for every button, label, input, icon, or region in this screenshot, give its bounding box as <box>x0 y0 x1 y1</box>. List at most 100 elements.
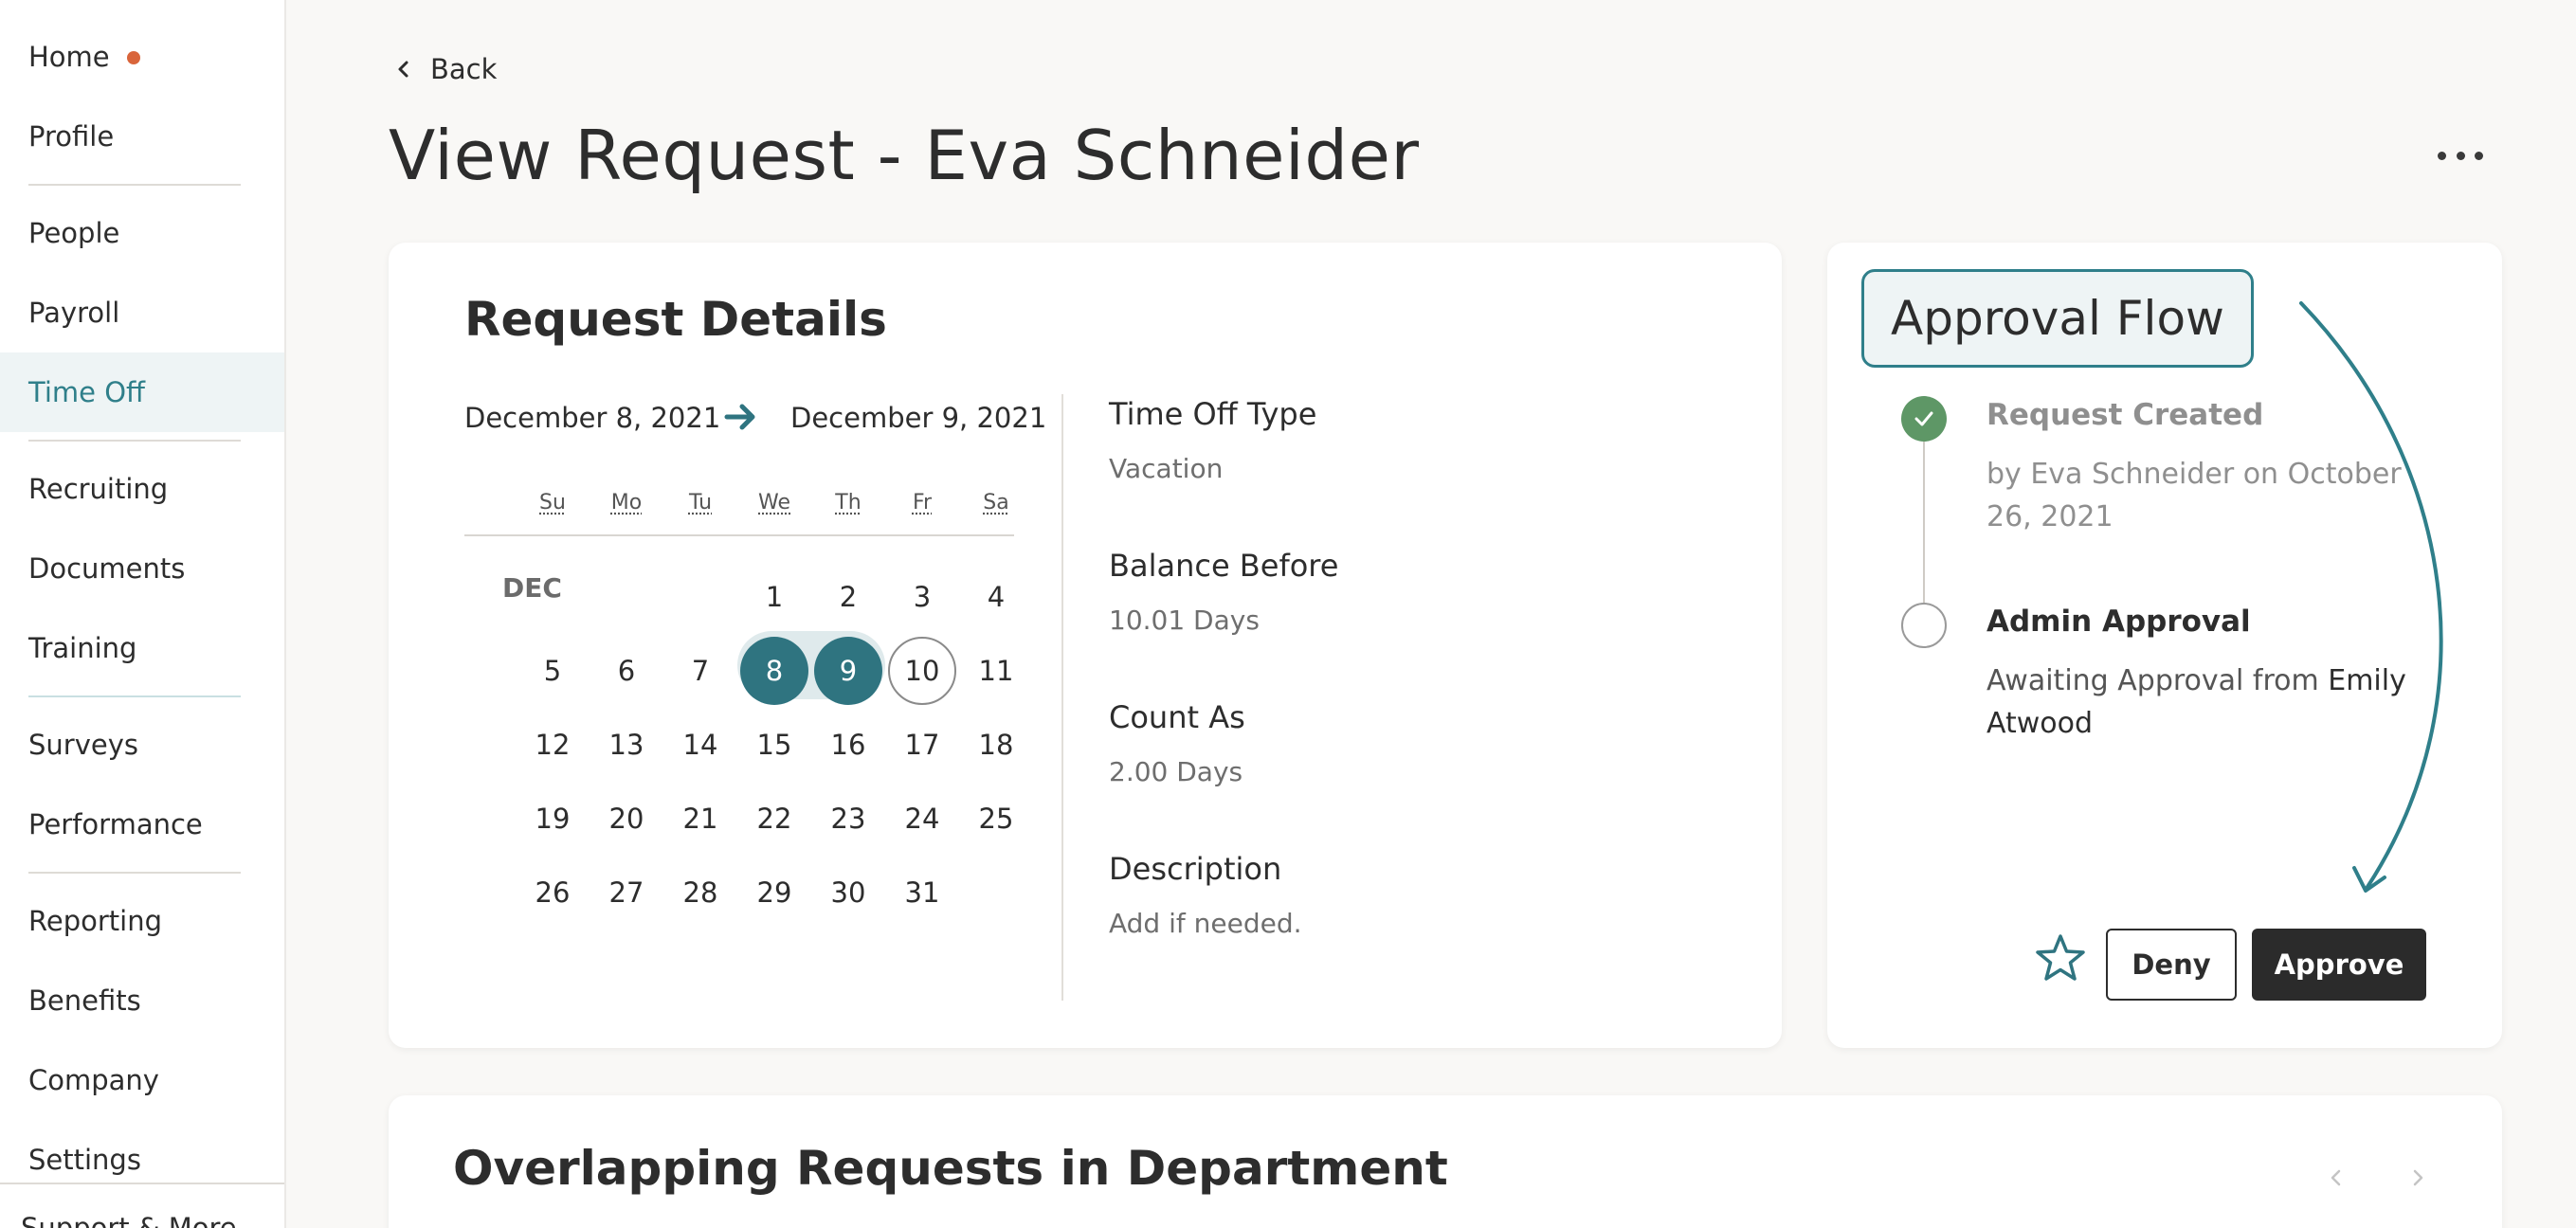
calendar-day[interactable]: 8 <box>740 637 808 705</box>
sidebar-item-label: Company <box>28 1064 159 1096</box>
step-description: Awaiting Approval from Emily Atwood <box>1986 659 2422 745</box>
calendar-day[interactable]: 7 <box>666 637 735 705</box>
chevron-right-icon[interactable] <box>2404 1164 2432 1192</box>
sidebar-item-documents[interactable]: Documents <box>0 529 284 608</box>
request-details-card: Request Details December 8, 2021 Decembe… <box>389 243 1782 1048</box>
sidebar-item-label: Performance <box>28 808 203 840</box>
calendar-day[interactable]: 30 <box>814 858 882 927</box>
month-label: DEC <box>502 572 562 604</box>
calendar-day[interactable]: 13 <box>592 711 661 779</box>
more-options-button[interactable] <box>2438 138 2483 172</box>
sidebar-item-label: Training <box>28 632 137 664</box>
sidebar-item-support[interactable]: Support & More <box>0 1188 284 1228</box>
step-title: Admin Approval <box>1986 605 2251 639</box>
calendar-day[interactable]: 19 <box>518 785 587 853</box>
sidebar-item-label: Payroll <box>28 297 120 329</box>
check-icon <box>1901 396 1947 442</box>
sidebar-divider <box>0 1183 284 1184</box>
description-label: Description <box>1109 851 1282 887</box>
sidebar-item-label: People <box>28 217 120 249</box>
calendar-day[interactable]: 11 <box>962 637 1030 705</box>
calendar-day[interactable]: 12 <box>518 711 587 779</box>
calendar-day[interactable]: 20 <box>592 785 661 853</box>
dot <box>2475 151 2483 160</box>
calendar-day[interactable]: 31 <box>888 858 956 927</box>
time-off-type-label: Time Off Type <box>1109 396 1317 432</box>
weekday-label: Fr <box>912 491 933 515</box>
sidebar-item-training[interactable]: Training <box>0 608 284 688</box>
arrow-right-icon <box>724 404 755 430</box>
sidebar-item-label: Reporting <box>28 905 162 937</box>
sidebar-item-profile[interactable]: Profile <box>0 97 284 176</box>
sidebar-item-performance[interactable]: Performance <box>0 785 284 864</box>
calendar-day[interactable]: 2 <box>814 563 882 631</box>
sidebar-item-label: Settings <box>28 1144 141 1176</box>
card-title: Overlapping Requests in Department <box>453 1141 1448 1196</box>
calendar-day[interactable]: 24 <box>888 785 956 853</box>
calendar-day[interactable]: 3 <box>888 563 956 631</box>
calendar-day[interactable]: 29 <box>740 858 808 927</box>
sidebar-item-label: Home <box>28 41 110 73</box>
page-title: View Request - Eva Schneider <box>389 116 1420 195</box>
time-off-type-value: Vacation <box>1109 453 1224 484</box>
calendar-day[interactable]: 4 <box>962 563 1030 631</box>
sidebar-item-time-off[interactable]: Time Off <box>0 352 284 432</box>
sidebar-item-people[interactable]: People <box>0 193 284 273</box>
chevron-left-icon[interactable] <box>2322 1164 2350 1192</box>
step-description: by Eva Schneider on October 26, 2021 <box>1986 458 2402 533</box>
calendar-day[interactable]: 6 <box>592 637 661 705</box>
sidebar-item-label: Recruiting <box>28 473 169 505</box>
weekday-label: We <box>758 491 790 515</box>
description-value[interactable]: Add if needed. <box>1109 908 1302 939</box>
calendar-day[interactable]: 15 <box>740 711 808 779</box>
calendar-day[interactable]: 14 <box>666 711 735 779</box>
sidebar-item-recruiting[interactable]: Recruiting <box>0 449 284 529</box>
approve-button[interactable]: Approve <box>2252 929 2426 1001</box>
sidebar-item-reporting[interactable]: Reporting <box>0 881 284 961</box>
dot <box>2438 151 2446 160</box>
calendar-day[interactable]: 27 <box>592 858 661 927</box>
calendar-day[interactable]: 10 <box>888 637 956 705</box>
calendar-day[interactable]: 16 <box>814 711 882 779</box>
overlapping-requests-card: Overlapping Requests in Department <box>389 1095 2502 1228</box>
calendar-day[interactable]: 18 <box>962 711 1030 779</box>
back-link[interactable]: Back <box>396 53 497 85</box>
calendar-divider <box>464 534 1014 536</box>
calendar-day[interactable]: 25 <box>962 785 1030 853</box>
weekday-label: Mo <box>610 491 643 515</box>
calendar-day[interactable]: 9 <box>814 637 882 705</box>
calendar-day[interactable]: 26 <box>518 858 587 927</box>
balance-before-label: Balance Before <box>1109 548 1339 584</box>
calendar-day[interactable]: 1 <box>740 563 808 631</box>
back-label: Back <box>430 53 498 85</box>
star-icon[interactable] <box>2032 930 2089 987</box>
sidebar-item-label: Surveys <box>28 729 138 761</box>
calendar-day[interactable]: 21 <box>666 785 735 853</box>
deny-button[interactable]: Deny <box>2106 929 2237 1001</box>
calendar-day[interactable]: 23 <box>814 785 882 853</box>
dot <box>2456 151 2465 160</box>
count-as-label: Count As <box>1109 699 1245 735</box>
approval-flow-card: Approval Flow Request Created by Eva Sch… <box>1827 243 2502 1048</box>
sidebar-divider <box>28 695 241 697</box>
sidebar-item-benefits[interactable]: Benefits <box>0 961 284 1040</box>
count-as-value: 2.00 Days <box>1109 756 1243 787</box>
calendar-day[interactable]: 28 <box>666 858 735 927</box>
sidebar-item-home[interactable]: Home <box>0 17 284 97</box>
balance-before-value: 10.01 Days <box>1109 605 1260 636</box>
sidebar-item-label: Benefits <box>28 984 141 1017</box>
pending-step-icon <box>1901 603 1947 648</box>
calendar-day[interactable]: 17 <box>888 711 956 779</box>
weekday-label: Sa <box>983 491 1009 515</box>
sidebar-item-label: Documents <box>28 552 186 585</box>
sidebar-item-surveys[interactable]: Surveys <box>0 705 284 785</box>
step-title: Request Created <box>1986 398 2264 432</box>
sidebar: Home Profile People Payroll Time Off Rec… <box>0 0 286 1228</box>
sidebar-item-company[interactable]: Company <box>0 1040 284 1120</box>
sidebar-item-payroll[interactable]: Payroll <box>0 273 284 352</box>
calendar-day[interactable]: 22 <box>740 785 808 853</box>
sidebar-divider <box>28 440 241 442</box>
weekday-label: Su <box>539 491 566 515</box>
calendar-day[interactable]: 5 <box>518 637 587 705</box>
approval-flow-title: Approval Flow <box>1861 269 2254 368</box>
